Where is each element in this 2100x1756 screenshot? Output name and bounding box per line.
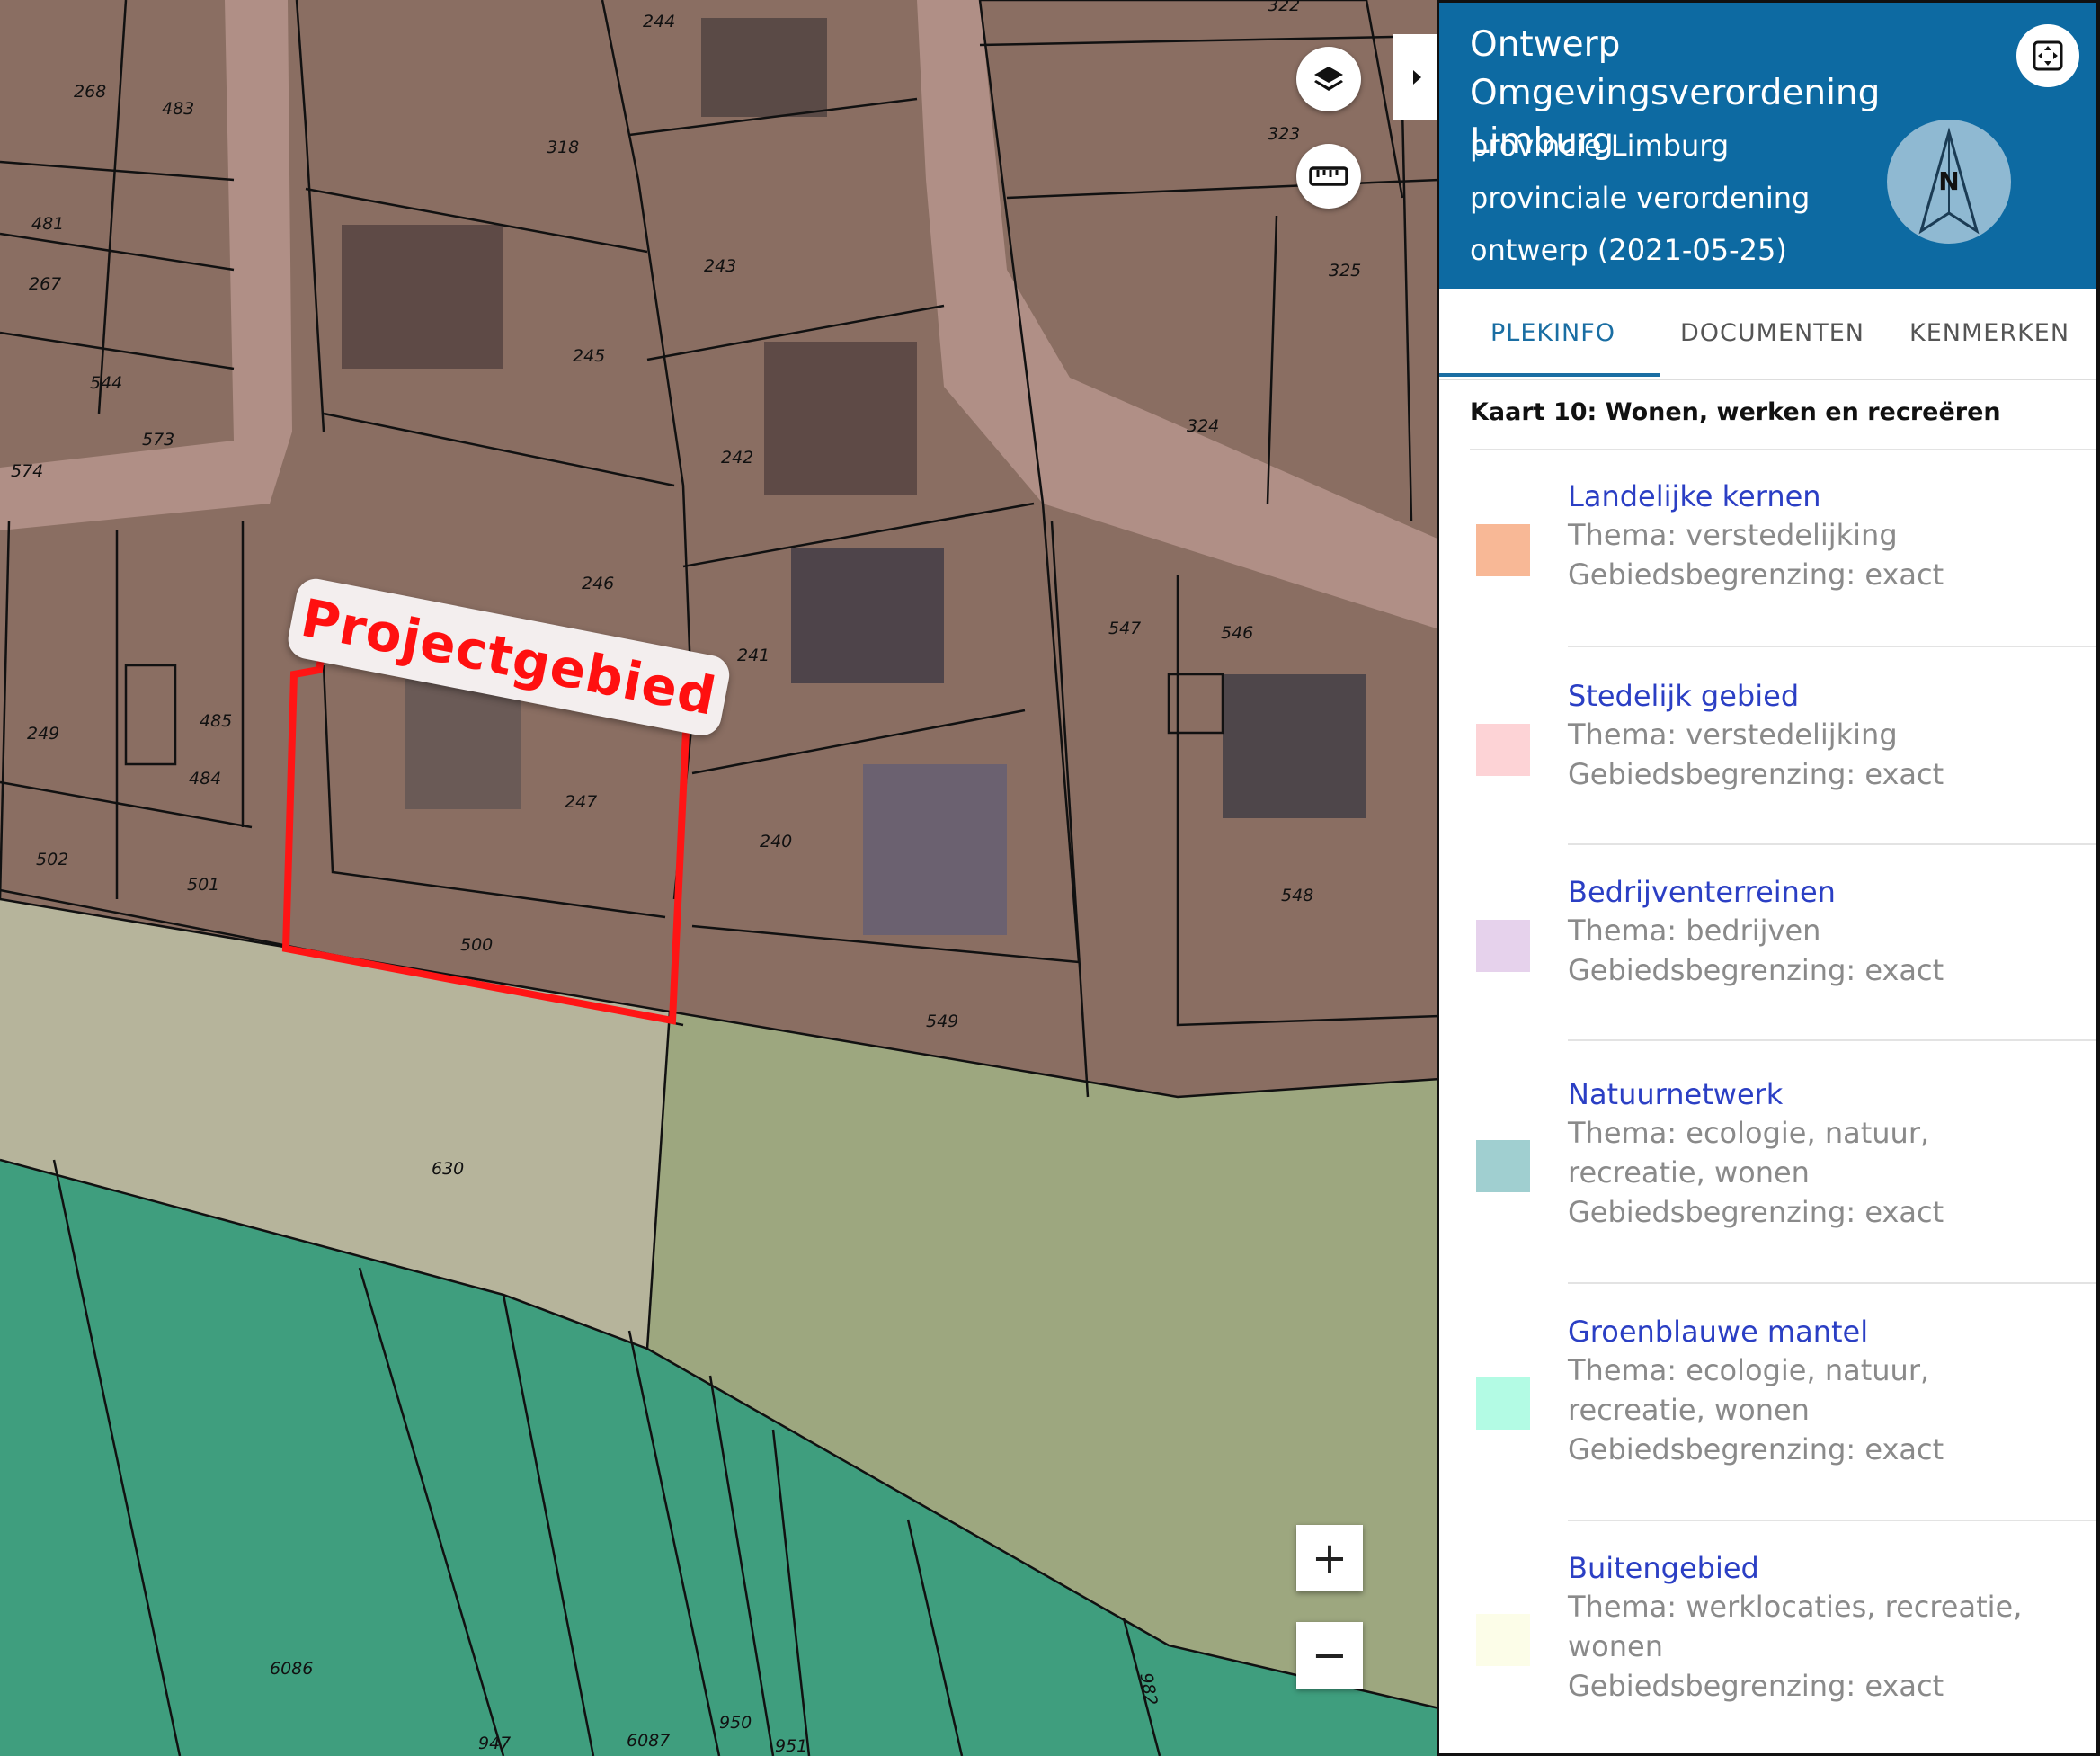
map-view[interactable]: 244 322 268 483 318 481 323 243 267 325 … xyxy=(0,0,1439,1756)
parcel-number: 6086 xyxy=(270,1659,313,1679)
legend-title[interactable]: Natuurnetwerk xyxy=(1568,1077,1783,1111)
legend-swatch xyxy=(1476,1140,1530,1192)
parcel-number: 544 xyxy=(90,373,122,393)
legend-begrenzing: Gebiedsbegrenzing: exact xyxy=(1568,953,1944,987)
fullscreen-icon xyxy=(2033,40,2063,71)
parcel-number: 950 xyxy=(719,1713,752,1733)
ruler-icon xyxy=(1309,166,1348,186)
legend-title[interactable]: Landelijke kernen xyxy=(1568,479,1821,513)
legend-title[interactable]: Buitengebied xyxy=(1568,1551,1759,1585)
parcel-number: 247 xyxy=(565,792,597,812)
compass[interactable]: N xyxy=(1887,120,2011,244)
tab-kenmerken[interactable]: KENMERKEN xyxy=(1909,319,2069,347)
legend-thema: Thema: werklocaties, recreatie, wonen xyxy=(1568,1590,2023,1663)
plan-authority: provincie Limburg xyxy=(1470,129,1730,163)
divider xyxy=(1568,843,2096,845)
legend-thema: Thema: bedrijven xyxy=(1568,914,1821,948)
parcel-number: 244 xyxy=(643,12,675,31)
legend-begrenzing: Gebiedsbegrenzing: exact xyxy=(1568,1669,1944,1703)
divider xyxy=(1568,1282,2096,1284)
panel-header: Ontwerp Omgevingsverordening Limburg pro… xyxy=(1439,3,2096,289)
parcel-number: 546 xyxy=(1221,623,1253,643)
zoom-in-button[interactable]: + xyxy=(1296,1525,1363,1591)
parcel-number: 240 xyxy=(760,832,792,851)
collapse-panel-button[interactable] xyxy=(1393,34,1437,120)
parcel-number: 6087 xyxy=(627,1731,670,1751)
parcel-number: 500 xyxy=(460,935,493,955)
panel-tabs: PLEKINFO DOCUMENTEN KENMERKEN xyxy=(1439,289,2096,380)
parcel-number: 325 xyxy=(1329,261,1361,281)
parcel-number: 502 xyxy=(36,850,68,869)
legend-swatch xyxy=(1476,1614,1530,1666)
zoom-out-button[interactable]: − xyxy=(1296,1622,1363,1689)
tab-documenten[interactable]: DOCUMENTEN xyxy=(1680,319,1864,347)
legend-thema: Thema: verstedelijking xyxy=(1568,718,1898,752)
parcel-number: 241 xyxy=(737,646,770,665)
parcel-number: 548 xyxy=(1281,886,1313,905)
legend-begrenzing: Gebiedsbegrenzing: exact xyxy=(1568,1195,1944,1229)
parcel-number: 267 xyxy=(29,274,61,294)
plan-type: provinciale verordening xyxy=(1470,181,1811,215)
parcel-number: 323 xyxy=(1268,124,1300,144)
legend-swatch xyxy=(1476,1377,1530,1430)
parcel-number: 501 xyxy=(187,875,219,895)
parcel-number: 324 xyxy=(1187,416,1219,436)
parcel-number: 951 xyxy=(775,1736,807,1756)
divider xyxy=(1568,1039,2096,1041)
plan-status: ontwerp (2021-05-25) xyxy=(1470,233,1787,267)
info-panel: Ontwerp Omgevingsverordening Limburg pro… xyxy=(1439,0,2100,1756)
map-canvas[interactable]: 244 322 268 483 318 481 323 243 267 325 … xyxy=(0,0,1439,1756)
parcel-number: 242 xyxy=(721,448,753,468)
legend-begrenzing: Gebiedsbegrenzing: exact xyxy=(1568,757,1944,791)
parcel-number: 268 xyxy=(74,82,106,102)
caret-right-icon xyxy=(1412,70,1421,85)
map-section-title: Kaart 10: Wonen, werken en recreëren xyxy=(1470,398,2001,426)
legend-swatch xyxy=(1476,920,1530,972)
divider xyxy=(1568,646,2096,647)
parcel-number: 322 xyxy=(1268,0,1300,15)
legend-begrenzing: Gebiedsbegrenzing: exact xyxy=(1568,1432,1944,1466)
legend-title[interactable]: Groenblauwe mantel xyxy=(1568,1315,1868,1349)
parcel-number: 630 xyxy=(432,1159,464,1179)
legend-thema: Thema: verstedelijking xyxy=(1568,518,1898,552)
legend-title[interactable]: Bedrijventerreinen xyxy=(1568,875,1836,909)
parcel-number: 574 xyxy=(11,461,43,481)
parcel-number: 547 xyxy=(1108,619,1141,638)
parcel-number: 318 xyxy=(547,138,579,157)
divider xyxy=(1470,449,2096,450)
parcel-number: 243 xyxy=(704,256,736,276)
divider xyxy=(1568,1520,2096,1521)
layers-button[interactable] xyxy=(1296,47,1361,111)
parcel-number: 549 xyxy=(926,1012,958,1031)
parcel-number: 245 xyxy=(573,346,605,366)
parcel-number: 249 xyxy=(27,724,59,744)
tab-plekinfo[interactable]: PLEKINFO xyxy=(1490,319,1615,347)
fullscreen-button[interactable] xyxy=(2016,24,2079,87)
compass-label: N xyxy=(1938,166,1959,196)
legend-swatch xyxy=(1476,724,1530,776)
parcel-number: 484 xyxy=(189,769,221,789)
compass-icon: N xyxy=(1918,127,1980,235)
parcel-number: 485 xyxy=(200,711,232,731)
legend-swatch xyxy=(1476,524,1530,576)
measure-button[interactable] xyxy=(1296,144,1361,209)
legend-title[interactable]: Stedelijk gebied xyxy=(1568,679,1799,713)
legend-thema: Thema: ecologie, natuur, recreatie, wone… xyxy=(1568,1116,1930,1190)
legend-begrenzing: Gebiedsbegrenzing: exact xyxy=(1568,557,1944,592)
layers-icon xyxy=(1314,67,1343,91)
parcel-number: 573 xyxy=(142,430,174,450)
parcel-number: 246 xyxy=(582,574,614,593)
parcel-number: 947 xyxy=(478,1734,511,1753)
legend-thema: Thema: ecologie, natuur, recreatie, wone… xyxy=(1568,1353,1930,1427)
parcel-number: 483 xyxy=(162,99,194,119)
parcel-number: 481 xyxy=(31,214,64,234)
active-tab-indicator xyxy=(1439,373,1660,377)
